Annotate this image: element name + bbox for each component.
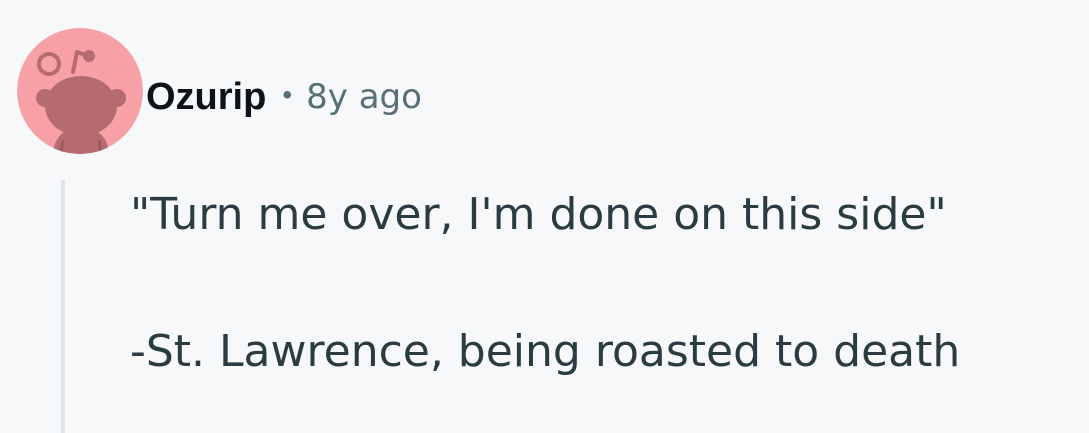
comment-timestamp[interactable]: 8y ago <box>306 77 422 117</box>
comment-body-line: "Turn me over, I'm done on this side" <box>130 189 947 240</box>
comment-body: "Turn me over, I'm done on this side" -S… <box>130 189 1080 377</box>
avatar[interactable] <box>17 28 143 154</box>
reddit-snoo-avatar-icon <box>17 28 143 154</box>
comment: Ozurip • 8y ago "Turn me over, I'm done … <box>0 0 1089 433</box>
thread-collapse-line[interactable] <box>61 180 65 433</box>
author-username[interactable]: Ozurip <box>146 76 266 119</box>
comment-meta: Ozurip • 8y ago <box>146 72 422 122</box>
meta-separator: • <box>282 79 293 110</box>
comment-body-line: -St. Lawrence, being roasted to death <box>130 325 961 377</box>
